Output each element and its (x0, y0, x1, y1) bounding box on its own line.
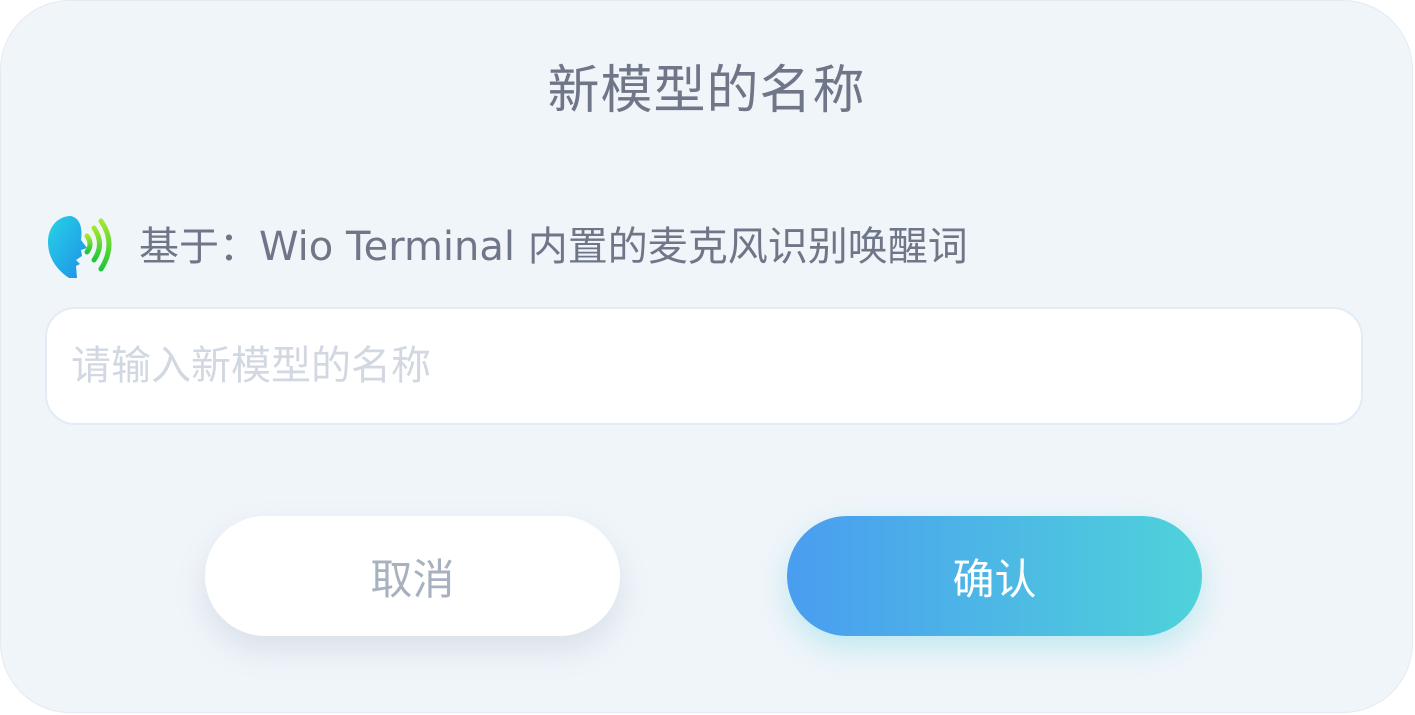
cancel-button[interactable]: 取消 (205, 516, 620, 636)
based-on-label: 基于：Wio Terminal 内置的麦克风识别唤醒词 (139, 224, 968, 270)
new-model-name-dialog: 新模型的名称 基于：Wio Terminal 内置的麦克风识别唤醒词 取消 确认 (0, 0, 1413, 713)
based-on-row: 基于：Wio Terminal 内置的麦克风识别唤醒词 (47, 209, 968, 285)
confirm-button[interactable]: 确认 (787, 516, 1202, 636)
model-name-input[interactable] (45, 307, 1363, 425)
voice-wake-icon (48, 216, 112, 278)
dialog-title: 新模型的名称 (547, 61, 866, 121)
